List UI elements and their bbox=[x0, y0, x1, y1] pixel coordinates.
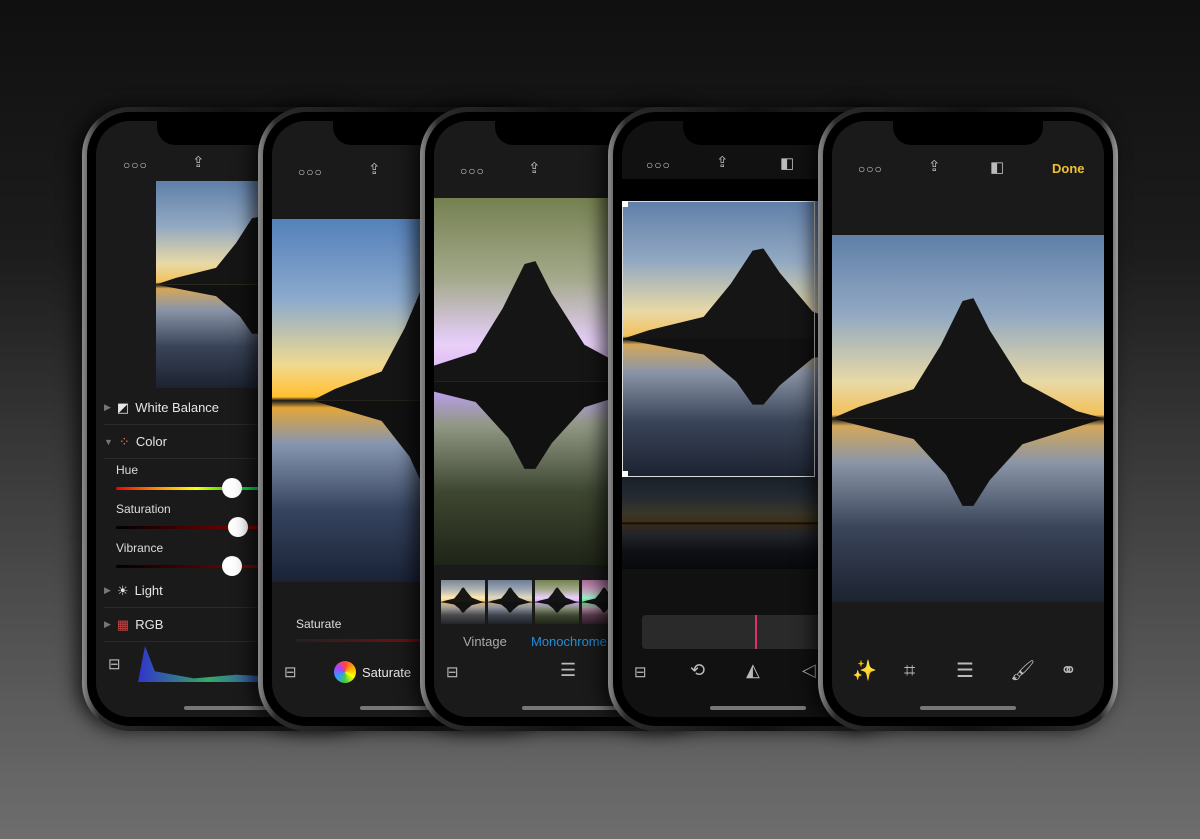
overlay-circles-icon[interactable]: ⚭ bbox=[1060, 661, 1077, 681]
photo-preview bbox=[832, 235, 1104, 602]
rgb-grid-icon: ▦ bbox=[116, 616, 130, 632]
toolbox-icon[interactable]: ⊟ bbox=[284, 665, 297, 680]
rotate-icon[interactable]: ⟲ bbox=[690, 661, 705, 679]
hue-label: Hue bbox=[116, 463, 139, 477]
aspect-icon[interactable]: ◁ bbox=[802, 661, 816, 679]
share-icon[interactable]: ⇪ bbox=[528, 161, 541, 176]
more-dots-icon[interactable]: ○○○ bbox=[298, 166, 323, 178]
sliders-icon[interactable]: ☰ bbox=[560, 661, 576, 679]
more-dots-icon[interactable]: ○○○ bbox=[646, 159, 671, 171]
sliders-icon[interactable]: ☰ bbox=[956, 661, 974, 681]
saturate-flower-icon bbox=[334, 661, 356, 683]
compare-icon[interactable]: ◧ bbox=[990, 160, 1004, 175]
toolbox-icon[interactable]: ⊟ bbox=[634, 665, 647, 680]
saturate-label: Saturate bbox=[296, 617, 342, 631]
saturation-label: Saturation bbox=[116, 502, 171, 516]
more-dots-icon[interactable]: ○○○ bbox=[123, 159, 148, 171]
color-dots-icon: ⁘ bbox=[118, 433, 130, 449]
hue-slider[interactable] bbox=[116, 478, 276, 498]
saturation-slider[interactable] bbox=[116, 517, 276, 537]
share-icon[interactable]: ⇪ bbox=[716, 155, 729, 170]
vibrance-slider[interactable] bbox=[116, 556, 276, 576]
vibrance-label: Vibrance bbox=[116, 541, 164, 555]
phone-5: ○○○ ⇪ ◧ Done ✨ ⌗ ☰ 🖌 ⚭ bbox=[818, 107, 1118, 731]
share-icon[interactable]: ⇪ bbox=[192, 155, 205, 170]
editor-screen: ○○○ ⇪ ◧ Done ✨ ⌗ ☰ 🖌 ⚭ bbox=[832, 121, 1104, 717]
toolbox-icon[interactable]: ⊟ bbox=[108, 657, 121, 672]
done-button[interactable]: Done bbox=[1052, 161, 1085, 176]
toolbox-icon[interactable]: ⊟ bbox=[446, 665, 459, 680]
more-dots-icon[interactable]: ○○○ bbox=[460, 165, 485, 177]
white-balance-icon: ◩ bbox=[116, 399, 130, 415]
crop-icon[interactable]: ⌗ bbox=[904, 661, 915, 681]
sun-icon: ☀ bbox=[116, 582, 129, 598]
brush-icon[interactable]: 🖌 bbox=[1010, 661, 1035, 681]
crop-frame[interactable] bbox=[622, 201, 815, 477]
share-icon[interactable]: ⇪ bbox=[368, 162, 381, 177]
filter-monochrome[interactable]: Monochrome bbox=[531, 634, 607, 649]
histogram bbox=[138, 646, 278, 682]
tool-name[interactable]: Saturate bbox=[362, 665, 411, 680]
magic-wand-icon[interactable]: ✨ bbox=[852, 661, 877, 681]
compare-icon[interactable]: ◧ bbox=[780, 156, 794, 171]
filter-vintage[interactable]: Vintage bbox=[463, 634, 507, 649]
share-icon[interactable]: ⇪ bbox=[928, 159, 941, 174]
more-dots-icon[interactable]: ○○○ bbox=[858, 163, 883, 175]
flip-icon[interactable]: ◭ bbox=[746, 661, 760, 679]
crop-handle[interactable] bbox=[622, 201, 628, 207]
